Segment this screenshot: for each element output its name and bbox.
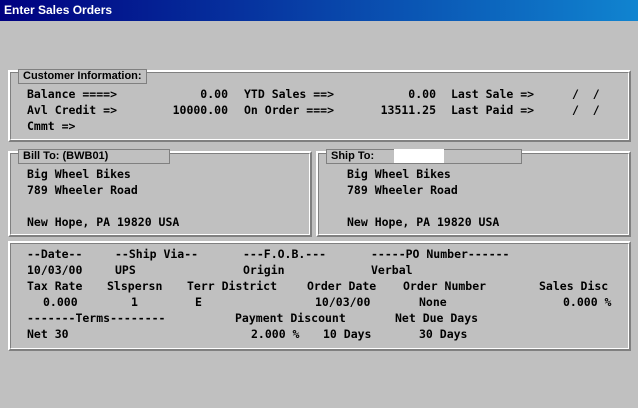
customer-info-legend: Customer Information:	[18, 69, 147, 84]
po-number-field[interactable]: Verbal	[371, 262, 413, 278]
fob-header: ---F.O.B.---	[243, 247, 327, 261]
order-date-field[interactable]: 10/03/00	[27, 262, 82, 278]
ship-to-line4[interactable]: New Hope, PA 19820 USA	[347, 214, 499, 230]
order-number-header: Order Number	[403, 279, 487, 293]
ship-to-label: Ship To:	[331, 150, 375, 162]
ship-via-field[interactable]: UPS	[115, 262, 136, 278]
terms-header: -------Terms--------	[27, 311, 166, 325]
terr-district-header: Terr District	[187, 279, 278, 293]
ytd-sales-label: YTD Sales ==>	[244, 87, 335, 101]
bill-to-line4[interactable]: New Hope, PA 19820 USA	[27, 214, 179, 230]
order-date-value[interactable]: 10/03/00	[315, 294, 370, 310]
sales-disc-field[interactable]: 0.000 %	[563, 294, 611, 310]
terr-district-field[interactable]: E	[195, 294, 202, 310]
last-paid-value[interactable]: / /	[572, 102, 600, 118]
slspersn-field[interactable]: 1	[131, 294, 138, 310]
last-sale-label: Last Sale =>	[451, 87, 535, 101]
po-number-header: -----PO Number------	[371, 247, 510, 261]
date-header: --Date--	[27, 247, 83, 261]
tax-rate-field[interactable]: 0.000	[43, 294, 78, 310]
avl-credit-label: Avl Credit =>	[27, 103, 118, 117]
bill-to-line1[interactable]: Big Wheel Bikes	[27, 166, 131, 182]
bill-to-legend: Bill To: (BWB01)	[18, 149, 170, 164]
ship-via-header: --Ship Via--	[115, 247, 199, 261]
payment-discount-header: Payment Discount	[235, 311, 346, 325]
ship-to-line1[interactable]: Big Wheel Bikes	[347, 166, 451, 182]
on-order-label: On Order ===>	[244, 103, 335, 117]
ytd-sales-value[interactable]: 0.00	[360, 86, 436, 102]
net-due-days-header: Net Due Days	[395, 311, 479, 325]
avl-credit-value[interactable]: 10000.00	[150, 102, 228, 118]
payment-discount-pct-field[interactable]: 2.000 %	[251, 326, 299, 342]
ship-to-code-input[interactable]	[394, 149, 444, 163]
balance-value[interactable]: 0.00	[160, 86, 228, 102]
sales-disc-header: Sales Disc	[539, 279, 609, 293]
last-paid-label: Last Paid =>	[451, 103, 535, 117]
order-number-field[interactable]: None	[419, 294, 447, 310]
payment-discount-days-field[interactable]: 10 Days	[323, 326, 371, 342]
fob-field[interactable]: Origin	[243, 262, 285, 278]
order-date-header: Order Date	[307, 279, 377, 293]
net-due-days-field[interactable]: 30 Days	[419, 326, 467, 342]
terms-field[interactable]: Net 30	[27, 326, 69, 342]
ship-to-line2[interactable]: 789 Wheeler Road	[347, 182, 458, 198]
balance-label: Balance ====>	[27, 87, 118, 101]
slspersn-header: Slspersn	[107, 279, 163, 293]
window-title: Enter Sales Orders	[0, 0, 638, 21]
comment-label: Cmmt =>	[27, 119, 76, 133]
bill-to-line2[interactable]: 789 Wheeler Road	[27, 182, 138, 198]
last-sale-value[interactable]: / /	[572, 86, 600, 102]
tax-rate-header: Tax Rate	[27, 279, 83, 293]
on-order-value[interactable]: 13511.25	[356, 102, 436, 118]
